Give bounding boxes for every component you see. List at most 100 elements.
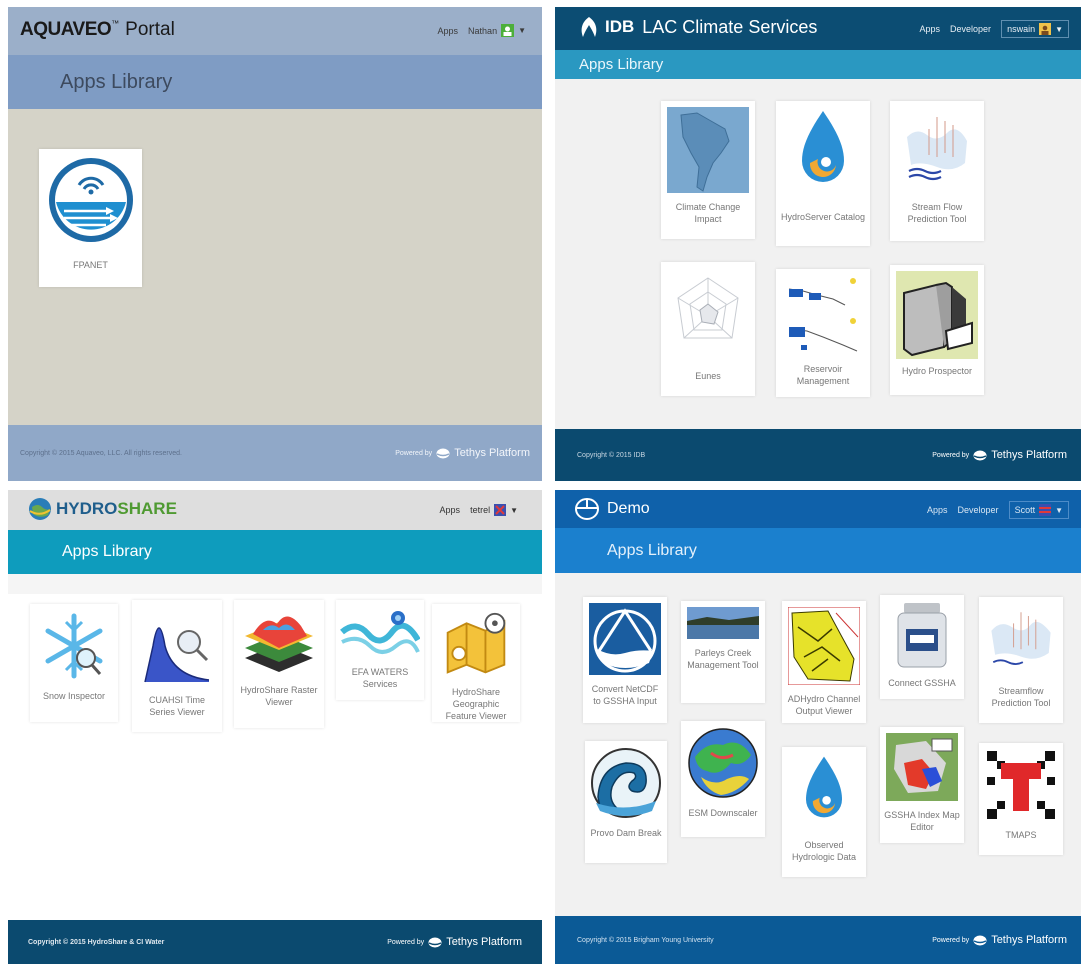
brand-title: Portal (125, 19, 175, 40)
time-series-icon (144, 627, 210, 683)
app-label: Stream Flow Prediction Tool (907, 202, 967, 224)
app-tile-raster-viewer[interactable]: HydroShare Raster Viewer (234, 600, 324, 728)
user-menu[interactable]: tetrel ▼ (470, 504, 518, 516)
app-tile-efa-waters[interactable]: EFA WATERS Services (336, 600, 424, 700)
powered-by-tethys[interactable]: Powered by Tethys Platform (395, 447, 530, 459)
brand-title: LAC Climate Services (642, 16, 818, 37)
user-menu[interactable]: nswain ▼ (1001, 20, 1069, 38)
user-menu[interactable]: Scott ▼ (1008, 501, 1069, 519)
app-label: Eunes (695, 371, 721, 381)
tethys-platform-label: Tethys Platform (991, 934, 1067, 946)
reservoir-icon (788, 278, 858, 352)
app-label: GSSHA Index Map Editor (884, 810, 960, 832)
brand[interactable]: Demo (575, 498, 650, 520)
app-tile-connect-gssha[interactable]: Connect GSSHA (880, 595, 964, 699)
brand-logo: IDB (605, 17, 635, 36)
footer-copyright: Copyright © 2015 Brigham Young Universit… (577, 936, 714, 944)
wave-icon (591, 748, 661, 818)
footer: Copyright © 2015 Brigham Young Universit… (555, 916, 1081, 964)
app-label: ESM Downscaler (688, 808, 758, 818)
powered-by-tethys[interactable]: Powered by Tethys Platform (387, 936, 522, 948)
tethys-logo-icon (973, 935, 987, 945)
brand[interactable]: HYDRO SHARE (28, 497, 177, 521)
brand-title: Demo (607, 500, 650, 517)
nav-apps-link[interactable]: Apps (438, 26, 459, 36)
snowflake-icon (45, 613, 103, 679)
app-tile-tmaps[interactable]: TMAPS (979, 743, 1063, 855)
powered-by-label: Powered by (932, 451, 970, 459)
app-label: TMAPS (1005, 830, 1037, 840)
powered-by-tethys[interactable]: Powered by Tethys Platform (932, 449, 1067, 461)
app-label: HydroShare Raster Viewer (240, 685, 318, 707)
river-icon (340, 611, 420, 654)
app-tile-eunes[interactable]: Eunes (661, 262, 755, 396)
powered-by-label: Powered by (387, 938, 425, 946)
app-tile-observed-hydrologic-data[interactable]: Observed Hydrologic Data (782, 747, 866, 877)
app-tile-gssha-index-map-editor[interactable]: GSSHA Index Map Editor (880, 727, 964, 843)
section-title: Apps Library (579, 56, 664, 73)
app-label: HydroShare Geographic Feature Viewer (445, 687, 507, 721)
adhydro-map-icon (788, 607, 860, 685)
app-label: FPANET (73, 260, 108, 270)
jar-icon (897, 603, 947, 668)
app-tile-hydro-prospector[interactable]: Hydro Prospector (890, 265, 984, 395)
brand[interactable]: AQUAVEO ™ Portal (20, 19, 175, 41)
apps-library-band: Apps Library (555, 528, 1081, 573)
aquaveo-portal-panel: AQUAVEO ™ Portal Apps Nathan ▼ Apps Libr… (8, 7, 542, 481)
app-tile-hydroserver-catalog[interactable]: HydroServer Catalog (776, 101, 870, 246)
brand[interactable]: IDB LAC Climate Services (577, 16, 817, 38)
idb-logo-icon (581, 17, 597, 37)
stream-flow-icon (907, 117, 967, 181)
demo-panel: Demo Apps Developer Scott ▼ Apps Library… (555, 490, 1081, 964)
nav-developer-link[interactable]: Developer (958, 505, 999, 515)
app-tile-provo-dam-break[interactable]: Provo Dam Break (585, 741, 667, 863)
lake-photo-icon (687, 607, 759, 639)
app-tile-cuahsi-time-series[interactable]: CUAHSI Time Series Viewer (132, 600, 222, 732)
apps-library-band: Apps Library (8, 530, 542, 574)
hydro-prospector-icon (896, 271, 978, 359)
app-tile-snow-inspector[interactable]: Snow Inspector (30, 604, 118, 722)
app-label: HydroServer Catalog (780, 212, 866, 222)
raster-layers-icon (245, 616, 313, 672)
section-title: Apps Library (62, 543, 152, 560)
stream-flow-icon (991, 612, 1051, 665)
app-label: Parleys Creek Management Tool (687, 648, 759, 670)
powered-by-label: Powered by (395, 449, 433, 457)
section-title: Apps Library (607, 541, 697, 559)
header: Demo Apps Developer Scott ▼ (555, 490, 1081, 528)
app-tile-fpanet[interactable]: FPANET (39, 149, 142, 287)
nav-apps-link[interactable]: Apps (927, 505, 948, 515)
header: HYDRO SHARE Apps tetrel ▼ (8, 490, 542, 530)
nav-apps-link[interactable]: Apps (920, 24, 941, 34)
app-tile-geographic-feature-viewer[interactable]: HydroShare Geographic Feature Viewer (432, 604, 520, 722)
netcdf-convert-icon (589, 603, 661, 675)
tmaps-icon (987, 751, 1055, 819)
header: IDB LAC Climate Services Apps Developer … (555, 7, 1081, 50)
app-tile-reservoir-management[interactable]: Reservoir Management (776, 269, 870, 397)
app-label: ADHydro Channel Output Viewer (787, 694, 861, 716)
footer: Copyright © 2015 HydroShare & CI Water P… (8, 920, 542, 964)
nav-apps-link[interactable]: Apps (440, 505, 461, 515)
app-tile-esm-downscaler[interactable]: ESM Downscaler (681, 721, 765, 837)
south-america-map-icon (667, 107, 749, 193)
footer: Copyright © 2015 IDB Powered by Tethys P… (555, 429, 1081, 481)
footer-copyright: Copyright © 2015 Aquaveo, LLC. All right… (20, 449, 182, 457)
tethys-logo-icon (973, 450, 987, 460)
app-tile-stream-flow-prediction[interactable]: Stream Flow Prediction Tool (890, 101, 984, 241)
nav-developer-link[interactable]: Developer (950, 24, 991, 34)
tethys-platform-label: Tethys Platform (454, 447, 530, 459)
app-label: Observed Hydrologic Data (791, 840, 857, 862)
tethys-logo-icon (428, 937, 442, 947)
app-tile-parleys-creek[interactable]: Parleys Creek Management Tool (681, 601, 765, 703)
app-tile-climate-change-impact[interactable]: Climate Change Impact (661, 101, 755, 239)
powered-by-tethys[interactable]: Powered by Tethys Platform (932, 934, 1067, 946)
apps-grid: Convert NetCDF to GSSHA Input Parleys Cr… (555, 573, 1081, 916)
user-menu[interactable]: Nathan ▼ (468, 24, 526, 37)
brand-logo-share: SHARE (117, 499, 177, 518)
avatar-icon (1039, 23, 1052, 35)
app-label: Snow Inspector (42, 691, 106, 701)
app-tile-streamflow-prediction[interactable]: Streamflow Prediction Tool (979, 597, 1063, 723)
globe-icon (688, 728, 758, 798)
app-tile-convert-netcdf[interactable]: Convert NetCDF to GSSHA Input (583, 597, 667, 723)
app-tile-adhydro-channel[interactable]: ADHydro Channel Output Viewer (782, 601, 866, 723)
